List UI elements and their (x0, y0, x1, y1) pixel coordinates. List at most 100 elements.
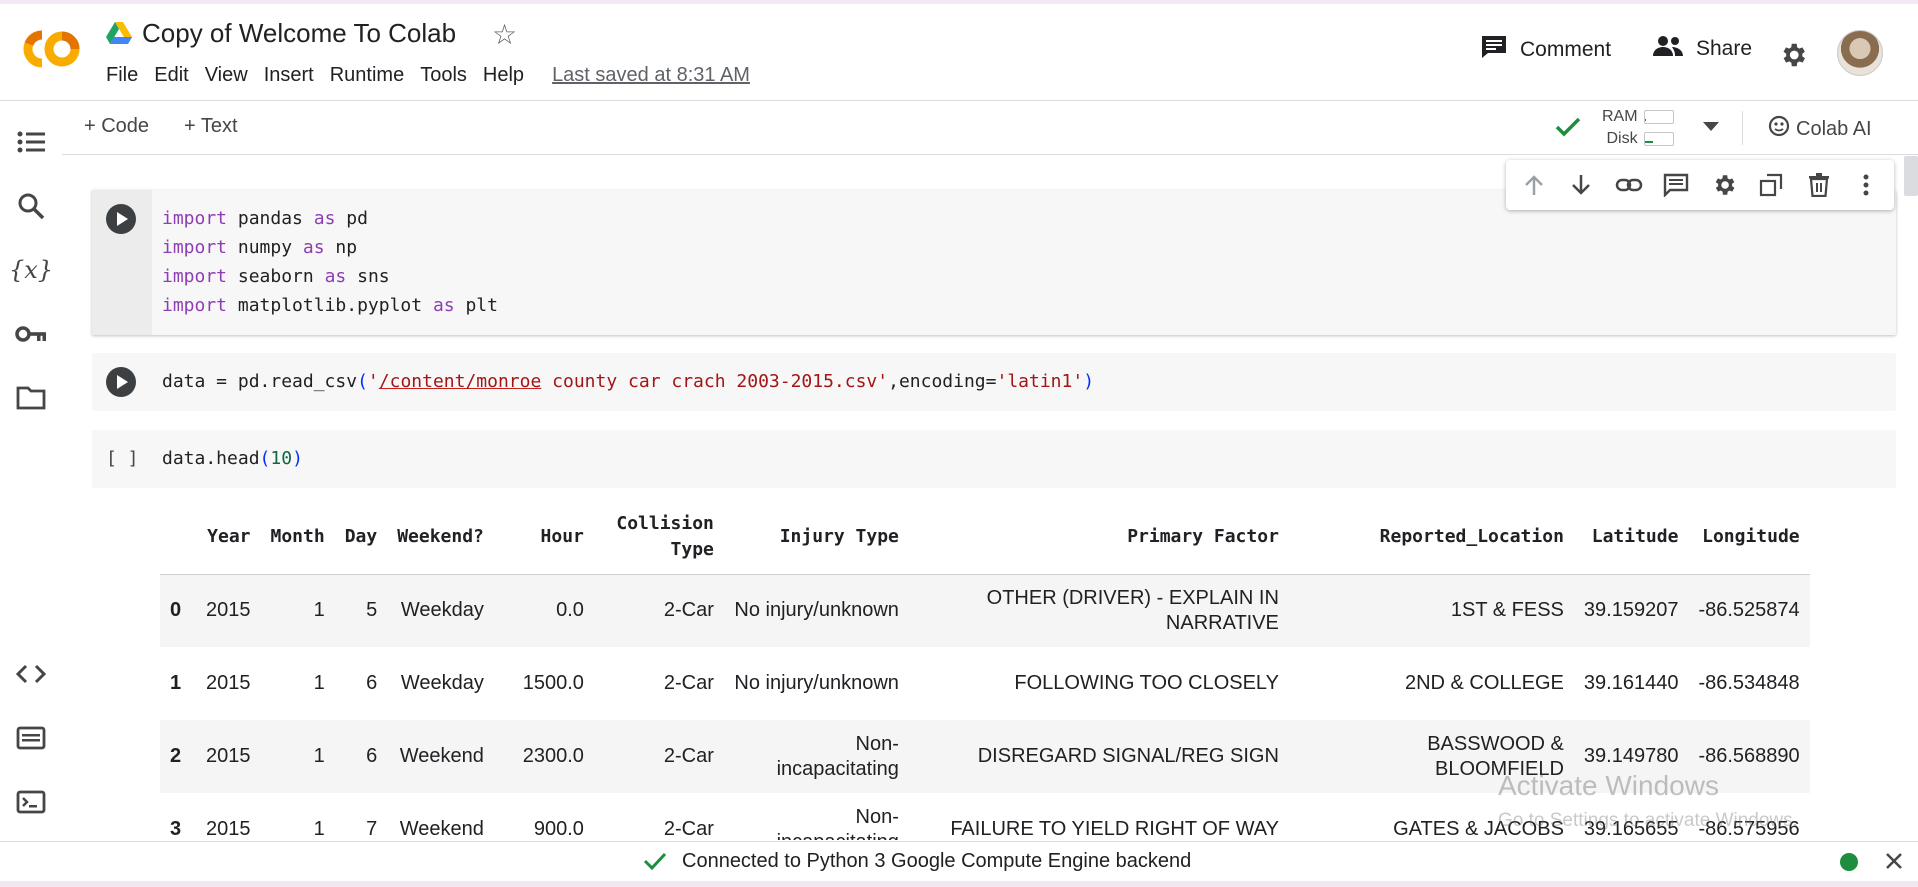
table-cell: 6 (334, 720, 388, 793)
table-cell: DISREGARD SIGNAL/REG SIGN (908, 720, 1289, 793)
menu-view[interactable]: View (197, 64, 256, 87)
menu-tools[interactable]: Tools (412, 64, 475, 87)
star-icon[interactable]: ☆ (492, 18, 517, 51)
notebook-title[interactable]: Copy of Welcome To Colab (142, 18, 456, 49)
secrets-key-icon[interactable] (14, 317, 48, 351)
table-cell: 5 (334, 574, 388, 647)
variables-icon[interactable]: {x} (9, 253, 53, 287)
close-icon[interactable] (1884, 851, 1904, 876)
search-icon[interactable] (14, 189, 48, 223)
code-snippets-icon[interactable] (14, 657, 48, 691)
folder-icon[interactable] (14, 381, 48, 415)
table-row: 0 2015 1 5 Weekday 0.0 2-Car No injury/u… (160, 574, 1810, 647)
table-cell: 1500.0 (522, 672, 584, 694)
table-cell: FAILURE TO YIELD RIGHT OF WAY (950, 818, 1279, 840)
google-drive-icon[interactable] (106, 22, 132, 44)
menu-bar: File Edit View Insert Runtime Tools Help… (106, 64, 758, 87)
people-icon (1652, 34, 1684, 64)
toc-icon[interactable] (14, 125, 48, 159)
delete-icon[interactable] (1802, 168, 1836, 202)
table-cell: 1 (313, 818, 325, 840)
command-palette-icon[interactable] (14, 721, 48, 755)
account-avatar[interactable] (1837, 30, 1883, 76)
table-cell: 1 (260, 574, 335, 647)
run-cell-button[interactable] (106, 367, 136, 397)
share-button[interactable]: Share (1652, 34, 1752, 64)
row-index: 0 (160, 574, 196, 647)
comment-label: Comment (1520, 38, 1612, 61)
resources-indicator[interactable]: RAM Disk (1602, 106, 1674, 150)
table-cell: Weekday (400, 672, 484, 694)
move-up-icon[interactable] (1517, 168, 1551, 202)
more-vert-icon[interactable] (1849, 168, 1883, 202)
table-row: 1 2015 1 6 Weekday 1500.0 2-Car No injur… (160, 647, 1810, 720)
table-cell: 39.159207 (1573, 574, 1689, 647)
colab-ai-button[interactable]: Colab AI (1768, 115, 1872, 143)
menu-runtime[interactable]: Runtime (322, 64, 412, 87)
check-icon (642, 850, 668, 877)
table-cell: 1 (260, 720, 335, 793)
header: Copy of Welcome To Colab ☆ File Edit Vie… (0, 4, 1918, 101)
table-cell: Non-incapacitating (723, 720, 909, 793)
table-cell: 39.165655 (1583, 818, 1679, 840)
menu-insert[interactable]: Insert (256, 64, 322, 87)
left-rail: {x} (0, 101, 62, 841)
cell-settings-gear-icon[interactable] (1707, 168, 1741, 202)
code-cell[interactable]: data = pd.read_csv('/content/monroe coun… (92, 353, 1896, 411)
cell-code[interactable]: import pandas as pd import numpy as np i… (162, 204, 498, 320)
comment-button[interactable]: Comment (1480, 34, 1611, 66)
table-cell: 2015 (206, 818, 251, 840)
table-cell: Weekend (387, 720, 494, 793)
add-code-button[interactable]: + Code (84, 115, 149, 138)
table-cell: 2015 (196, 574, 261, 647)
table-cell: 2015 (206, 672, 251, 694)
code-cell[interactable]: [ ] data.head(10) (92, 430, 1896, 488)
cell-gutter (92, 190, 152, 335)
status-message: Connected to Python 3 Google Compute Eng… (682, 850, 1192, 872)
cell-code[interactable]: data = pd.read_csv('/content/monroe coun… (162, 367, 1094, 396)
link-icon[interactable] (1612, 168, 1646, 202)
table-cell: -86.568890 (1688, 720, 1810, 793)
colab-logo[interactable] (18, 26, 84, 72)
row-index: 1 (170, 672, 182, 694)
table-cell: 7 (366, 818, 378, 840)
settings-gear-icon[interactable] (1778, 40, 1808, 75)
move-down-icon[interactable] (1564, 168, 1598, 202)
add-text-button[interactable]: + Text (184, 115, 238, 138)
code-cell[interactable]: import pandas as pd import numpy as np i… (92, 190, 1896, 335)
table-cell: -86.575956 (1698, 818, 1800, 840)
dataframe-output: Year Month Day Weekend? Hour Collision T… (160, 500, 1880, 840)
cell-execution-count[interactable]: [ ] (106, 448, 139, 469)
connected-check-icon (1554, 115, 1582, 144)
disk-label: Disk (1606, 130, 1638, 147)
table-cell: 0.0 (493, 574, 594, 647)
table-row: 2 2015 1 6 Weekend 2300.0 2-Car Non-inca… (160, 720, 1810, 793)
table-cell: 2015 (196, 720, 261, 793)
colab-ai-label: Colab AI (1796, 117, 1872, 140)
menu-edit[interactable]: Edit (146, 64, 196, 87)
scrollbar-thumb[interactable] (1904, 156, 1918, 196)
cell-gutter (92, 353, 152, 411)
run-cell-button[interactable] (106, 204, 136, 234)
column-header: Weekend? (387, 500, 494, 575)
comment-icon[interactable] (1659, 168, 1693, 202)
toolbar-divider (1742, 111, 1743, 145)
table-cell: -86.525874 (1688, 574, 1810, 647)
table-cell: No injury/unknown (723, 574, 909, 647)
menu-file[interactable]: File (106, 64, 146, 87)
ram-label: RAM (1602, 108, 1638, 125)
table-cell: Weekday (387, 574, 494, 647)
menu-help[interactable]: Help (475, 64, 532, 87)
table-cell: No injury/unknown (734, 672, 899, 694)
terminal-icon[interactable] (14, 785, 48, 819)
cell-code[interactable]: data.head(10) (162, 444, 303, 473)
table-cell: -86.534848 (1698, 672, 1800, 694)
mirror-cell-icon[interactable] (1754, 168, 1788, 202)
column-header: Day (334, 500, 388, 575)
table-row: 3 2015 1 7 Weekend 900.0 2-Car Non-incap… (160, 793, 1810, 841)
table-cell: FOLLOWING TOO CLOSELY (1014, 672, 1279, 694)
column-header: Injury Type (723, 500, 909, 575)
chevron-down-icon[interactable] (1702, 119, 1720, 137)
last-saved-link[interactable]: Last saved at 8:31 AM (544, 64, 758, 87)
table-cell: 39.161440 (1583, 672, 1679, 694)
